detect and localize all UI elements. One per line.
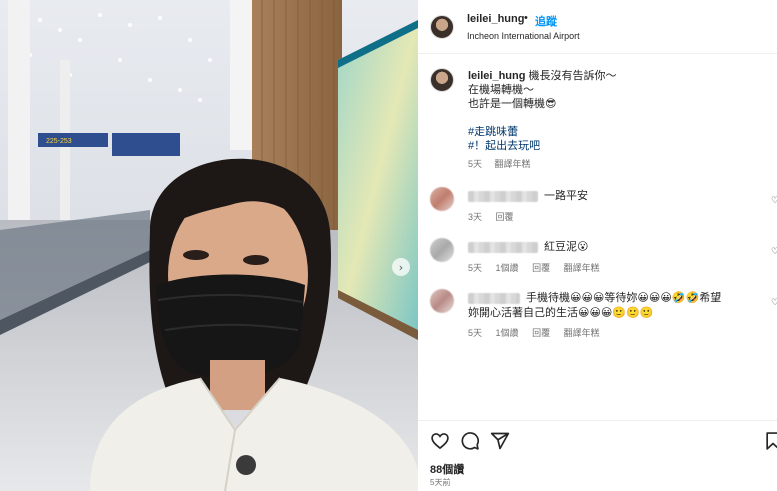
- comment-text-line2: 妳開心活著自己的生活😀😀😀🙂🙂🙂: [468, 307, 654, 319]
- post-date: 5天前: [430, 478, 451, 487]
- caption-line2: 在機場轉機～: [468, 84, 534, 96]
- comment-avatar[interactable]: [430, 238, 454, 262]
- caption-username[interactable]: leilei_hung: [468, 70, 525, 82]
- comment-time[interactable]: 3天: [468, 212, 482, 222]
- heart-icon[interactable]: ♡: [771, 195, 777, 206]
- airport-selfie-image: 225-253 268-270: [0, 0, 418, 491]
- caption-line3: 也許是一個轉機😎: [468, 98, 557, 110]
- caption-time[interactable]: 5天: [468, 159, 482, 169]
- comment-likes[interactable]: 1個讚: [496, 328, 519, 338]
- hashtag-2[interactable]: #！起出去玩吧: [468, 139, 768, 153]
- caption-avatar[interactable]: [430, 68, 454, 92]
- instagram-post: 225-253 268-270: [0, 0, 777, 491]
- comment-avatar[interactable]: [430, 289, 454, 313]
- action-bar: 88個讚 5天前: [418, 420, 777, 491]
- comment-avatar[interactable]: [430, 187, 454, 211]
- share-icon[interactable]: [490, 431, 510, 451]
- reply-button[interactable]: 回覆: [532, 328, 550, 338]
- hashtag-1[interactable]: #走跳味蕾: [468, 125, 768, 139]
- chevron-right-icon[interactable]: ›: [392, 258, 410, 276]
- caption-translate[interactable]: 翻譯年糕: [495, 159, 531, 169]
- translate-button[interactable]: 翻譯年糕: [564, 263, 600, 273]
- location-link[interactable]: Incheon International Airport: [467, 31, 580, 41]
- heart-icon[interactable]: ♡: [771, 297, 777, 308]
- comment-username[interactable]: [468, 190, 538, 202]
- follow-button[interactable]: 追蹤: [535, 13, 557, 29]
- comment-icon[interactable]: [460, 431, 480, 451]
- post-header: leilei_hung • 追蹤 Incheon International A…: [418, 0, 777, 54]
- heart-icon[interactable]: [430, 431, 450, 451]
- bookmark-icon[interactable]: [763, 431, 777, 451]
- reply-button[interactable]: 回覆: [532, 263, 550, 273]
- reply-button[interactable]: 回覆: [496, 212, 514, 222]
- comment-time[interactable]: 5天: [468, 328, 482, 338]
- like-count[interactable]: 88個讚: [430, 461, 464, 477]
- comment-likes[interactable]: 1個讚: [496, 263, 519, 273]
- avatar[interactable]: [430, 15, 454, 39]
- comment-text-line1: 手機待機😀😀😀等待妳😀😀😀🤣🤣希望: [526, 292, 722, 304]
- header-username[interactable]: leilei_hung: [467, 13, 524, 25]
- sign-left: 225-253: [46, 138, 72, 145]
- comment-text: 一路平安: [544, 190, 588, 202]
- translate-button[interactable]: 翻譯年糕: [564, 328, 600, 338]
- post-panel: leilei_hung • 追蹤 Incheon International A…: [418, 0, 777, 491]
- separator: •: [524, 12, 528, 24]
- comment-time[interactable]: 5天: [468, 263, 482, 273]
- heart-icon[interactable]: ♡: [771, 246, 777, 257]
- comment-text: 紅豆泥😮: [544, 241, 589, 253]
- caption-line1: 機長沒有告訴你～: [528, 70, 617, 82]
- comment-username[interactable]: [468, 292, 520, 304]
- comment-username[interactable]: [468, 241, 538, 253]
- post-photo[interactable]: 225-253 268-270: [0, 0, 418, 491]
